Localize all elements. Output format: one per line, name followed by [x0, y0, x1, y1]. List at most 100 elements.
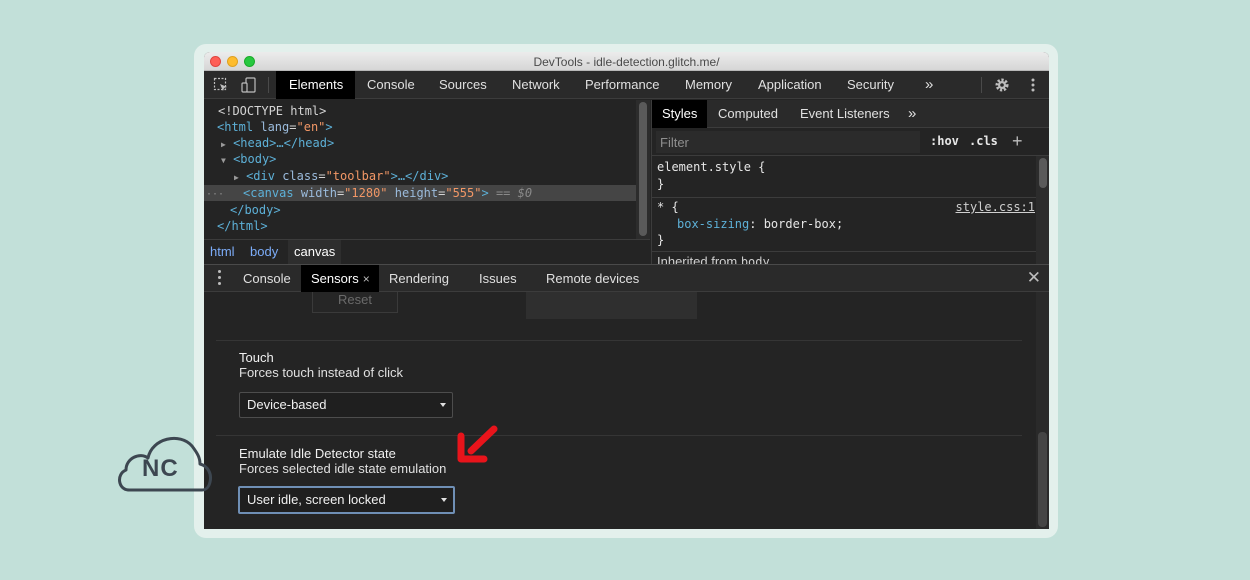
drawer-menu-kebab-icon[interactable]	[218, 270, 222, 288]
universal-rule-selector[interactable]: * {	[657, 200, 679, 214]
sensors-scrollbar[interactable]	[1036, 292, 1049, 529]
breadcrumb-canvas[interactable]: canvas	[288, 240, 342, 264]
main-tab-bar: Elements Console Sources Network Perform…	[204, 71, 1049, 99]
chevron-down-icon	[441, 498, 447, 502]
dom-scrollbar[interactable]	[636, 100, 650, 240]
element-style-selector[interactable]: element.style {	[657, 160, 765, 174]
scrollbar-thumb[interactable]	[1039, 158, 1047, 188]
styles-filter-input[interactable]	[656, 131, 920, 153]
node-actions-ellipsis-icon[interactable]: ···	[204, 187, 243, 203]
attr-name: class	[282, 169, 319, 183]
drawer-tab-sensors[interactable]: Sensors ×	[301, 265, 379, 292]
collapse-triangle-icon[interactable]: ▼	[221, 156, 226, 165]
drawer-tab-issues[interactable]: Issues	[469, 265, 527, 292]
tab-security[interactable]: Security	[837, 71, 904, 99]
idle-state-select-value: User idle, screen locked	[247, 492, 386, 507]
scrollbar-thumb[interactable]	[639, 102, 647, 236]
scrollbar-thumb[interactable]	[1038, 432, 1047, 527]
dom-node-body-close[interactable]: </body>	[204, 202, 636, 218]
section-divider	[216, 340, 1022, 341]
logo-text: NC	[142, 455, 179, 482]
more-styles-tabs-chevron-icon[interactable]: »	[898, 100, 926, 128]
css-property-name: box-sizing	[677, 217, 750, 231]
dom-node-head[interactable]: ▶ <head>…</head>	[204, 135, 636, 151]
devtools-window: DevTools - idle-detection.glitch.me/ Ele…	[204, 52, 1049, 529]
attr-value: "555"	[445, 186, 482, 200]
expand-triangle-icon[interactable]: ▶	[234, 173, 239, 182]
rule-source-link[interactable]: style.css:1	[956, 200, 1035, 214]
device-toolbar-icon[interactable]	[241, 77, 257, 93]
breadcrumb-html[interactable]: html	[204, 240, 241, 264]
red-arrow-annotation-icon	[457, 425, 498, 463]
toolbar-divider	[268, 77, 269, 93]
dom-node-doctype[interactable]: <!DOCTYPE html>	[204, 103, 636, 119]
styles-filter-bar: :hov .cls +	[652, 128, 1049, 156]
tag-name: <body>	[233, 152, 277, 166]
idle-detector-description: Forces selected idle state emulation	[239, 461, 447, 476]
tab-sources[interactable]: Sources	[429, 71, 497, 99]
styles-tab-bar: Styles Computed Event Listeners »	[652, 100, 1049, 128]
hov-toggle[interactable]: :hov	[930, 134, 959, 148]
idle-state-select[interactable]: User idle, screen locked	[238, 486, 455, 514]
tag-close: >	[325, 120, 333, 134]
dom-node-body[interactable]: ▼ <body>	[204, 151, 636, 167]
tag-close: >…</div>	[390, 169, 449, 183]
tab-performance[interactable]: Performance	[575, 71, 669, 99]
styles-scrollbar[interactable]	[1036, 156, 1049, 264]
tag-name: <html	[217, 120, 254, 134]
dom-node-canvas-selected[interactable]: ··· <canvas width="1280" height="555"> ==…	[204, 185, 636, 201]
close-tab-icon[interactable]: ×	[363, 272, 370, 286]
tab-elements[interactable]: Elements	[276, 71, 355, 99]
idle-detector-title: Emulate Idle Detector state	[239, 446, 396, 461]
reset-button[interactable]: Reset	[312, 292, 398, 313]
dom-node-div-toolbar[interactable]: ▶ <div class="toolbar">…</div>	[204, 168, 636, 184]
cls-toggle[interactable]: .cls	[969, 134, 998, 148]
touch-description: Forces touch instead of click	[239, 365, 404, 380]
settings-gear-icon[interactable]	[994, 77, 1010, 93]
tag-name: <div	[246, 169, 275, 183]
tab-memory[interactable]: Memory	[675, 71, 742, 99]
selected-node-marker: == $0	[488, 186, 533, 200]
nc-cloud-logo: NC	[114, 428, 214, 496]
more-tabs-chevron-icon[interactable]: »	[915, 71, 943, 99]
breadcrumb-body[interactable]: body	[244, 240, 284, 264]
tag-close: >	[481, 186, 489, 200]
drawer-tab-sensors-label: Sensors	[311, 271, 359, 286]
expand-triangle-icon[interactable]: ▶	[221, 140, 226, 149]
attr-name: width	[300, 186, 337, 200]
attr-name: height	[394, 186, 439, 200]
drawer-tab-bar: Console Sensors × Rendering Issues Remote…	[204, 264, 1049, 292]
dom-node-html[interactable]: <html lang="en">	[204, 119, 636, 135]
close-drawer-icon[interactable]: ✕	[1027, 268, 1041, 288]
tag-name: </body>	[230, 203, 281, 217]
tab-event-listeners[interactable]: Event Listeners	[790, 100, 900, 128]
element-style-close: }	[657, 177, 665, 191]
inspect-element-icon[interactable]	[213, 77, 229, 93]
tab-application[interactable]: Application	[748, 71, 832, 99]
breadcrumb: html body canvas	[204, 239, 650, 264]
drawer-tab-remote-devices[interactable]: Remote devices	[536, 265, 649, 292]
rule-divider	[652, 197, 1036, 198]
attr-value: "1280"	[344, 186, 388, 200]
drawer-tab-rendering[interactable]: Rendering	[379, 265, 459, 292]
tab-network[interactable]: Network	[502, 71, 570, 99]
drawer-tab-console[interactable]: Console	[233, 265, 301, 292]
title-bar: DevTools - idle-detection.glitch.me/	[204, 52, 1049, 71]
touch-select[interactable]: Device-based	[239, 392, 453, 418]
toolbar-divider	[981, 77, 982, 93]
touch-title: Touch	[239, 350, 274, 365]
tab-computed[interactable]: Computed	[708, 100, 788, 128]
tab-styles[interactable]: Styles	[652, 100, 708, 128]
tag-name: <head>…</head>	[233, 136, 335, 150]
attr-value: "toolbar"	[325, 169, 391, 183]
tab-console[interactable]: Console	[357, 71, 425, 99]
styles-pane: Styles Computed Event Listeners » :hov .…	[651, 100, 1049, 269]
window-title: DevTools - idle-detection.glitch.me/	[533, 55, 720, 69]
attr-value: "en"	[296, 120, 326, 134]
tag-name: <canvas	[243, 186, 294, 200]
new-style-rule-plus-icon[interactable]: +	[1012, 131, 1023, 152]
css-declaration[interactable]: box-sizing: border-box;	[677, 217, 843, 231]
customize-menu-kebab-icon[interactable]	[1025, 77, 1041, 93]
dom-node-html-close[interactable]: </html>	[204, 218, 636, 234]
sensors-panel: Reset Touch Forces touch instead of clic…	[204, 292, 1036, 529]
